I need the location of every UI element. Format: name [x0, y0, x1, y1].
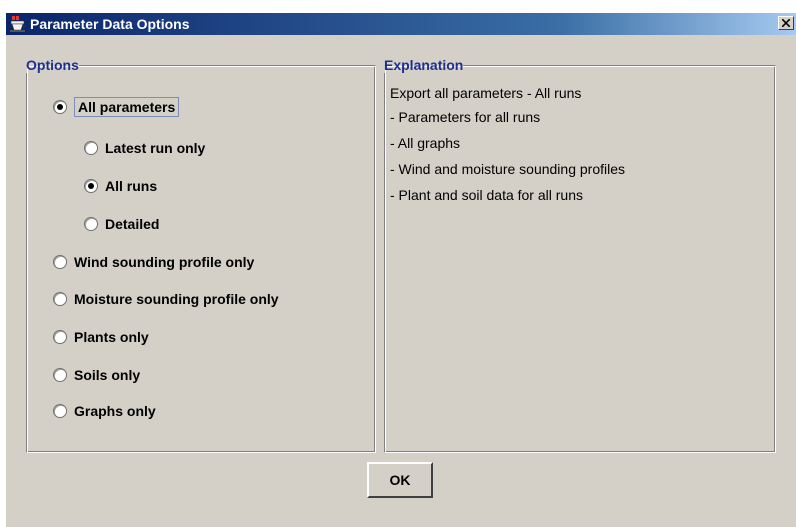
- radio-button[interactable]: [53, 255, 67, 269]
- explanation-text: Export all parameters - All runs - Param…: [390, 82, 770, 208]
- radio-button[interactable]: [53, 368, 67, 382]
- radio-button[interactable]: [84, 179, 98, 193]
- explanation-line: - All graphs: [390, 135, 461, 151]
- radio-button[interactable]: [53, 404, 67, 418]
- radio-button[interactable]: [53, 330, 67, 344]
- explanation-legend: Explanation: [384, 57, 464, 73]
- radio-plants-only[interactable]: Plants only: [53, 327, 149, 347]
- java-cup-icon: [10, 16, 26, 32]
- radio-label: Graphs only: [74, 403, 156, 419]
- radio-all-parameters[interactable]: All parameters: [53, 97, 180, 117]
- explanation-line: Export all parameters - All runs: [390, 85, 582, 101]
- radio-moisture-sounding-profile-only[interactable]: Moisture sounding profile only: [53, 289, 279, 309]
- close-button[interactable]: [778, 16, 794, 30]
- explanation-line: - Plant and soil data for all runs: [390, 187, 583, 203]
- radio-label: Latest run only: [105, 140, 206, 156]
- radio-label: All parameters: [74, 97, 180, 117]
- close-icon: [782, 19, 790, 27]
- radio-all-runs[interactable]: All runs: [84, 176, 157, 196]
- radio-soils-only[interactable]: Soils only: [53, 365, 140, 385]
- radio-graphs-only[interactable]: Graphs only: [53, 401, 156, 421]
- options-legend: Options: [26, 57, 79, 73]
- radio-label: Plants only: [74, 329, 149, 345]
- radio-label: Wind sounding profile only: [74, 254, 255, 270]
- radio-label: Detailed: [105, 216, 160, 232]
- radio-label: Soils only: [74, 367, 141, 383]
- radio-label: Moisture sounding profile only: [74, 291, 279, 307]
- window-title: Parameter Data Options: [30, 16, 190, 32]
- radio-button[interactable]: [84, 217, 98, 231]
- explanation-line: - Wind and moisture sounding profiles: [390, 161, 626, 177]
- title-bar[interactable]: Parameter Data Options: [6, 13, 796, 35]
- radio-button[interactable]: [53, 100, 67, 114]
- radio-button[interactable]: [84, 141, 98, 155]
- radio-latest-run-only[interactable]: Latest run only: [84, 138, 205, 158]
- explanation-line: - Parameters for all runs: [390, 109, 541, 125]
- ok-button[interactable]: OK: [367, 462, 433, 498]
- radio-detailed[interactable]: Detailed: [84, 214, 159, 234]
- radio-label: All runs: [105, 178, 158, 194]
- radio-wind-sounding-profile-only[interactable]: Wind sounding profile only: [53, 252, 254, 272]
- radio-button[interactable]: [53, 292, 67, 306]
